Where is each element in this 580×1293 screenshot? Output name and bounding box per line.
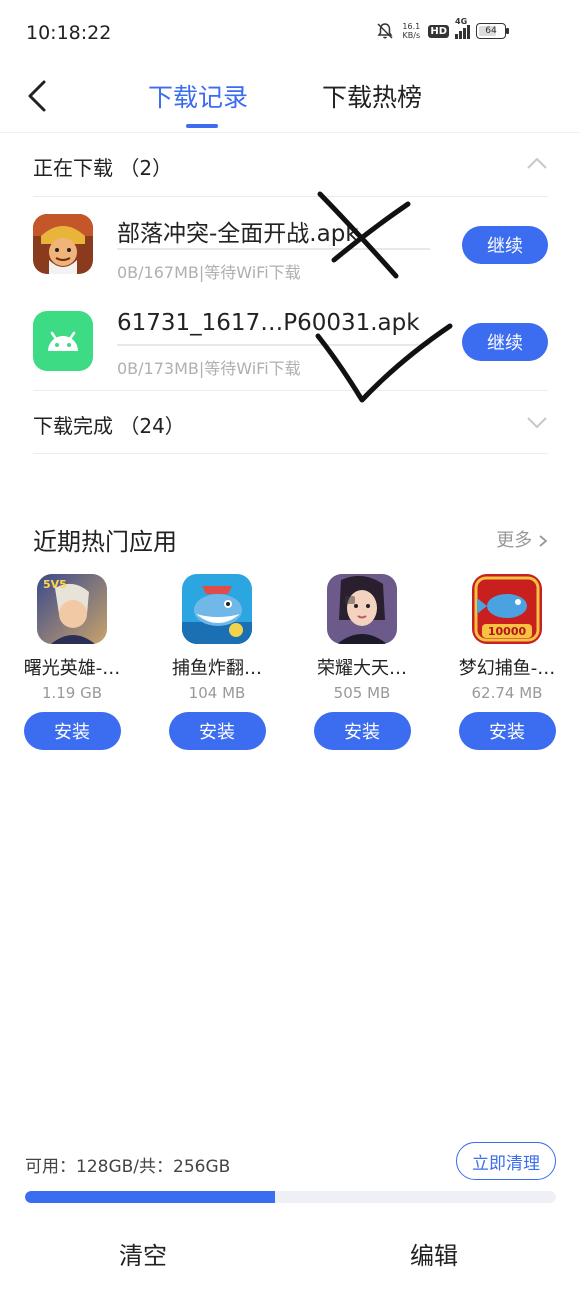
download-progress-track bbox=[117, 344, 430, 346]
install-button[interactable]: 安装 bbox=[458, 712, 556, 750]
app-icon bbox=[327, 574, 397, 644]
app-name: 曙光英雄-… bbox=[23, 658, 121, 679]
clear-button[interactable]: 清空 bbox=[119, 1236, 167, 1271]
hot-app-item[interactable]: 5V5 曙光英雄-… 1.19 GB 安装 bbox=[12, 574, 132, 750]
install-button[interactable]: 安装 bbox=[313, 712, 411, 750]
more-link[interactable]: 更多 bbox=[496, 526, 548, 552]
chevron-down-icon[interactable] bbox=[526, 416, 548, 430]
status-bar: 10:18:22 16.1 KB/s HD 4G 64 bbox=[0, 0, 580, 66]
svg-text:5V5: 5V5 bbox=[43, 578, 67, 591]
clean-now-button[interactable]: 立即清理 bbox=[456, 1142, 556, 1180]
divider bbox=[33, 196, 548, 197]
download-item-name[interactable]: 部落冲突-全面开战.apk bbox=[117, 214, 359, 248]
chevron-up-icon[interactable] bbox=[526, 156, 548, 170]
tab-download-records[interactable]: 下载记录 bbox=[148, 78, 248, 114]
app-size: 104 MB bbox=[188, 684, 246, 702]
tab-download-hot[interactable]: 下载热榜 bbox=[322, 78, 422, 114]
app-size: 1.19 GB bbox=[41, 684, 103, 702]
clash-of-clans-icon bbox=[33, 214, 93, 274]
divider bbox=[33, 453, 548, 454]
downloading-section-title[interactable]: 正在下载 （2） bbox=[33, 152, 172, 181]
status-time: 10:18:22 bbox=[26, 22, 112, 44]
divider bbox=[33, 390, 548, 391]
hd-icon: HD bbox=[428, 24, 449, 38]
app-size: 505 MB bbox=[333, 684, 391, 702]
app-name: 捕鱼炸翻… bbox=[172, 658, 262, 679]
app-icon bbox=[182, 574, 252, 644]
network-speed: 16.1 KB/s bbox=[402, 22, 421, 40]
status-icons: 16.1 KB/s HD 4G 64 bbox=[376, 17, 509, 40]
signal-icon: 4G bbox=[455, 17, 470, 39]
header-divider bbox=[0, 132, 580, 133]
continue-button[interactable]: 继续 bbox=[462, 323, 548, 361]
tab-indicator bbox=[186, 124, 218, 128]
hot-app-item[interactable]: 捕鱼炸翻… 104 MB 安装 bbox=[157, 574, 277, 750]
download-item-status: 0B/167MB|等待WiFi下载 bbox=[117, 263, 301, 282]
back-button[interactable] bbox=[22, 76, 56, 116]
download-item-status: 0B/173MB|等待WiFi下载 bbox=[117, 359, 301, 378]
hot-app-item[interactable]: 荣耀大天… 505 MB 安装 bbox=[302, 574, 422, 750]
storage-info: 可用：128GB/共：256GB bbox=[25, 1157, 231, 1177]
android-icon bbox=[33, 311, 93, 371]
app-icon: 10000 bbox=[472, 574, 542, 644]
hot-app-item[interactable]: 10000 梦幻捕鱼-… 62.74 MB 安装 bbox=[447, 574, 567, 750]
download-item-name[interactable]: 61731_1617…P60031.apk bbox=[117, 310, 420, 336]
svg-text:10000: 10000 bbox=[488, 625, 527, 638]
install-button[interactable]: 安装 bbox=[23, 712, 121, 750]
continue-button[interactable]: 继续 bbox=[462, 226, 548, 264]
app-name: 荣耀大天… bbox=[317, 658, 407, 679]
install-button[interactable]: 安装 bbox=[168, 712, 266, 750]
battery-icon: 64 bbox=[476, 23, 509, 39]
app-size: 62.74 MB bbox=[471, 684, 543, 702]
app-name: 梦幻捕鱼-… bbox=[458, 658, 556, 679]
storage-bar bbox=[25, 1191, 556, 1203]
app-icon: 5V5 bbox=[37, 574, 107, 644]
chevron-right-icon bbox=[539, 535, 548, 547]
hot-apps-title: 近期热门应用 bbox=[33, 528, 177, 556]
storage-bar-fill bbox=[25, 1191, 275, 1203]
download-progress-track bbox=[117, 248, 430, 250]
bell-off-icon bbox=[377, 23, 393, 39]
edit-button[interactable]: 编辑 bbox=[410, 1236, 458, 1271]
completed-section-title[interactable]: 下载完成 （24） bbox=[33, 410, 185, 439]
